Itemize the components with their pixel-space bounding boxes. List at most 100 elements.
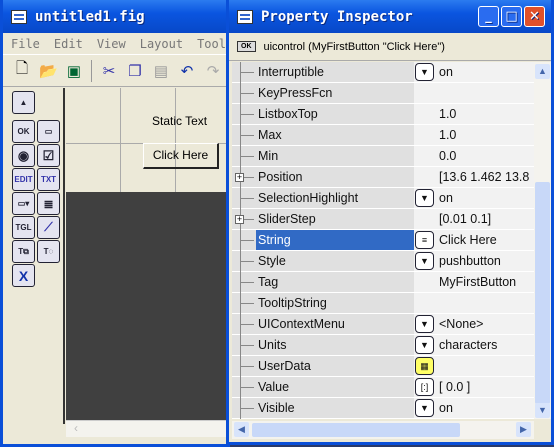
property-name[interactable]: ListboxTop [232, 104, 414, 125]
expand-icon[interactable]: + [235, 173, 244, 182]
click-here-button[interactable]: Click Here [143, 143, 219, 169]
property-name[interactable]: Max [232, 125, 414, 146]
h-scroll-thumb[interactable] [252, 423, 460, 437]
property-value[interactable]: 1.0 [414, 104, 534, 124]
property-name[interactable]: Visible [232, 398, 414, 419]
cut-icon[interactable]: ✂ [100, 62, 118, 80]
property-value[interactable]: ▼ pushbutton [414, 251, 534, 271]
save-icon[interactable]: ▣ [65, 62, 83, 80]
panel-tool-icon[interactable]: T⧉ [12, 240, 35, 263]
layout-canvas[interactable]: Static Text Click Here [66, 88, 230, 192]
property-row[interactable]: Units ▼ characters [232, 335, 534, 356]
toggle-tool-icon[interactable]: TGL [12, 216, 35, 239]
property-row[interactable]: SelectionHighlight ▼ on [232, 188, 534, 209]
button-group-tool-icon[interactable]: T◌ [37, 240, 60, 263]
radio-tool-icon[interactable]: ◉ [12, 144, 35, 167]
property-row[interactable]: String ≡ Click Here [232, 230, 534, 251]
property-name[interactable]: TooltipString [232, 293, 414, 314]
inspector-vertical-scrollbar[interactable]: ▲ ▼ [534, 62, 551, 419]
property-value[interactable]: ▼ <None> [414, 314, 534, 334]
copy-icon[interactable]: ❐ [126, 62, 144, 80]
property-row[interactable]: + Position [13.6 1.462 13.8 [232, 167, 534, 188]
property-row[interactable]: ListboxTop 1.0 [232, 104, 534, 125]
property-value[interactable]: 0.0 [414, 146, 534, 166]
property-name[interactable]: Value [232, 377, 414, 398]
property-row[interactable]: Min 0.0 [232, 146, 534, 167]
property-row[interactable]: Interruptible ▼ on [232, 62, 534, 83]
scroll-thumb[interactable] [535, 182, 550, 404]
figure-horizontal-scrollbar[interactable]: ‹ [66, 420, 230, 437]
property-value[interactable] [414, 293, 534, 313]
property-value[interactable]: ≡ Click Here [414, 230, 534, 250]
dropdown-editor-icon[interactable]: ▼ [415, 189, 434, 207]
property-name[interactable]: SelectionHighlight [232, 188, 414, 209]
checkbox-tool-icon[interactable]: ☑ [37, 144, 60, 167]
property-row[interactable]: Visible ▼ on [232, 398, 534, 419]
property-value[interactable]: 1.0 [414, 125, 534, 145]
menu-layout[interactable]: Layout [140, 37, 183, 51]
property-row[interactable]: KeyPressFcn [232, 83, 534, 104]
property-value[interactable]: [0.01 0.1] [414, 209, 534, 229]
menu-file[interactable]: File [11, 37, 40, 51]
array-editor-icon[interactable]: [:] [415, 378, 434, 396]
scroll-up-icon[interactable]: ▲ [535, 64, 550, 79]
property-row[interactable]: + SliderStep [0.01 0.1] [232, 209, 534, 230]
pushbutton-tool-icon[interactable]: OK [12, 120, 35, 143]
menu-edit[interactable]: Edit [54, 37, 83, 51]
property-name[interactable]: SliderStep [232, 209, 414, 230]
property-name[interactable]: String [232, 230, 418, 251]
undo-icon[interactable]: ↶ [178, 62, 196, 80]
property-row[interactable]: UserData ▦ [232, 356, 534, 377]
text-editor-icon[interactable]: ≡ [415, 231, 434, 249]
grid-editor-icon[interactable]: ▦ [415, 357, 434, 375]
activex-tool-icon[interactable]: X [12, 264, 35, 287]
property-name[interactable]: UserData [232, 356, 414, 377]
paste-icon[interactable]: ▤ [152, 62, 170, 80]
static-text-tool-icon[interactable]: TXT [37, 168, 60, 191]
dropdown-editor-icon[interactable]: ▼ [415, 399, 434, 417]
dropdown-editor-icon[interactable]: ▼ [415, 336, 434, 354]
listbox-tool-icon[interactable]: ≣ [37, 192, 60, 215]
property-name[interactable]: Position [232, 167, 414, 188]
menu-view[interactable]: View [97, 37, 126, 51]
property-row[interactable]: Tag MyFirstButton [232, 272, 534, 293]
scroll-down-icon[interactable]: ▼ [535, 403, 550, 418]
axes-tool-icon[interactable]: ⟋ [37, 216, 60, 239]
property-name[interactable]: UIContextMenu [232, 314, 414, 335]
scroll-left-icon[interactable]: ◀ [234, 422, 249, 437]
minimize-button[interactable]: _ [478, 6, 499, 27]
figure-title-bar[interactable]: untitled1.fig [3, 0, 227, 33]
edit-text-tool-icon[interactable]: EDIT [12, 168, 35, 191]
property-value[interactable]: ▼ on [414, 398, 534, 418]
property-name[interactable]: Tag [232, 272, 414, 293]
scroll-right-icon[interactable]: ▶ [516, 422, 531, 437]
dropdown-editor-icon[interactable]: ▼ [415, 252, 434, 270]
property-value[interactable]: [:][ 0.0 ] [414, 377, 534, 397]
property-name[interactable]: Style [232, 251, 414, 272]
property-row[interactable]: UIContextMenu ▼ <None> [232, 314, 534, 335]
property-row[interactable]: Max 1.0 [232, 125, 534, 146]
slider-tool-icon[interactable]: ▭ [37, 120, 60, 143]
property-value[interactable]: ▼ characters [414, 335, 534, 355]
inspector-title-bar[interactable]: Property Inspector _ □ ✕ [229, 0, 551, 33]
property-name[interactable]: Units [232, 335, 414, 356]
property-name[interactable]: Min [232, 146, 414, 167]
redo-icon[interactable]: ↷ [204, 62, 222, 80]
dropdown-editor-icon[interactable]: ▼ [415, 63, 434, 81]
property-row[interactable]: Value [:][ 0.0 ] [232, 377, 534, 398]
dropdown-editor-icon[interactable]: ▼ [415, 315, 434, 333]
property-value[interactable]: ▦ [414, 356, 534, 376]
new-file-icon[interactable]: 🗋 [13, 58, 31, 83]
static-text-control[interactable]: Static Text [152, 114, 207, 128]
property-value[interactable]: ▼ on [414, 188, 534, 208]
property-row[interactable]: TooltipString [232, 293, 534, 314]
popup-tool-icon[interactable]: ▭▾ [12, 192, 35, 215]
maximize-button[interactable]: □ [501, 6, 522, 27]
open-folder-icon[interactable]: 📂 [39, 62, 58, 80]
property-value[interactable]: MyFirstButton [414, 272, 534, 292]
inspector-horizontal-scrollbar[interactable]: ◀ ▶ [232, 421, 534, 439]
close-button[interactable]: ✕ [524, 6, 545, 27]
select-tool-icon[interactable]: ▲ [12, 91, 35, 114]
expand-icon[interactable]: + [235, 215, 244, 224]
property-value[interactable]: ▼ on [414, 62, 534, 82]
